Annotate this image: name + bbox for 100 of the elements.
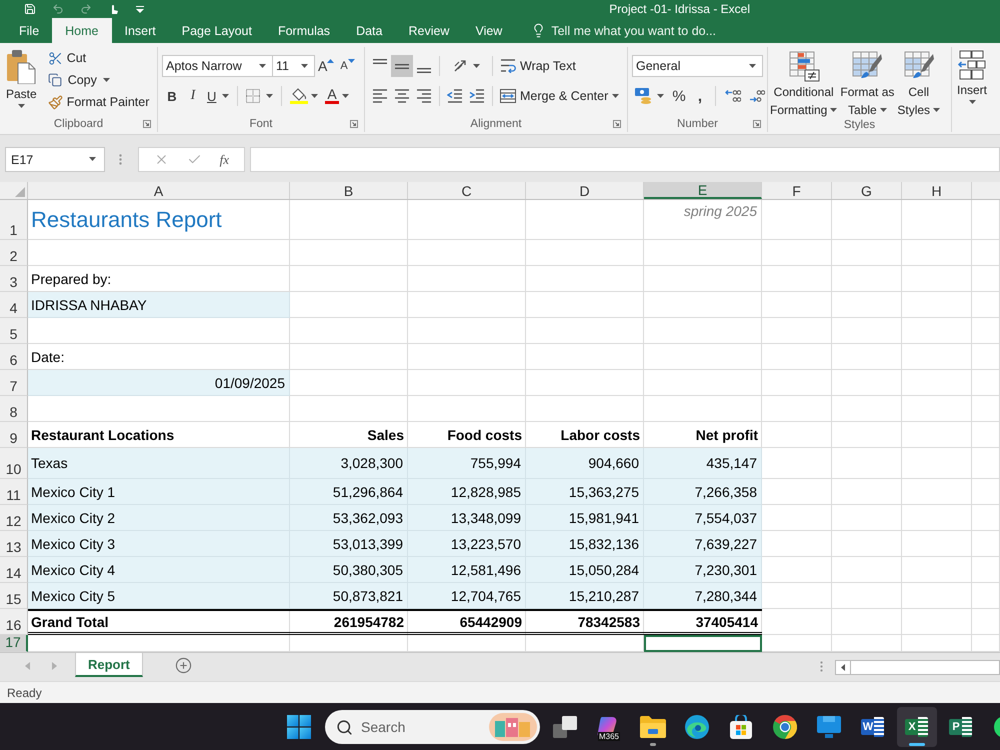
tell-me-field[interactable]: Tell me what you want to do...	[551, 24, 742, 38]
copy-button[interactable]: Copy	[44, 69, 152, 91]
row-header[interactable]: 10	[0, 448, 28, 479]
row-header[interactable]: 13	[0, 531, 28, 557]
row-header[interactable]: 2	[0, 240, 28, 266]
table-cell: 53,362,093	[290, 505, 408, 531]
row-header[interactable]: 6	[0, 344, 28, 370]
table-cell: 15,363,275	[526, 479, 644, 505]
total-cell: 78342583	[526, 609, 644, 635]
taskbar-button[interactable]: X	[897, 706, 937, 746]
caret-icon	[880, 108, 887, 112]
start-icon[interactable]	[287, 714, 311, 738]
comma-style-button[interactable]: ,	[691, 85, 709, 107]
dialog-launcher-icon[interactable]	[753, 120, 761, 128]
caret-icon	[968, 100, 976, 104]
paste-button[interactable]: Paste	[2, 47, 41, 116]
percent-style-button[interactable]: %	[669, 85, 689, 107]
dialog-launcher-icon[interactable]	[613, 120, 621, 128]
shrink-font-button[interactable]: A	[337, 55, 358, 77]
indent-increase-icon	[469, 89, 485, 103]
bold-button[interactable]: B	[162, 85, 182, 107]
scroll-left-icon[interactable]	[841, 664, 845, 671]
align-center-icon	[394, 89, 410, 103]
name-box[interactable]: E17	[5, 147, 105, 172]
customize-caret-icon[interactable]	[136, 6, 144, 12]
insert-function-button[interactable]: fx	[220, 152, 230, 168]
add-sheet-icon[interactable]	[174, 657, 192, 674]
fill-color-icon	[290, 88, 308, 104]
row-header[interactable]: 5	[0, 318, 28, 344]
sheet-tab[interactable]: Report	[75, 653, 143, 677]
ribbon-tab[interactable]: Home	[52, 18, 112, 43]
cell-styles-button[interactable]: Cell Styles	[896, 47, 942, 118]
number-format-dropdown[interactable]: General	[632, 55, 763, 77]
font-size-dropdown[interactable]: 11	[272, 55, 315, 77]
column-header[interactable]: G	[832, 182, 902, 199]
drag-handle-icon	[119, 154, 122, 165]
italic-button[interactable]: I	[183, 85, 203, 107]
table-cell: Mexico City 4	[28, 557, 290, 583]
align-middle-icon	[394, 64, 410, 68]
taskbar-button[interactable]: M365	[589, 706, 629, 746]
caret-icon	[311, 94, 318, 98]
total-cell: 37405414	[644, 609, 762, 635]
row-header[interactable]: 11	[0, 479, 28, 505]
report-title: Restaurants Report	[30, 206, 223, 234]
column-header[interactable]: F	[762, 182, 832, 199]
wrap-text-button[interactable]: Wrap Text	[497, 55, 579, 77]
row-header[interactable]: 7	[0, 370, 28, 396]
column-header[interactable]: E	[644, 182, 762, 199]
horizontal-scrollbar[interactable]	[835, 660, 1000, 675]
table-cell: 15,981,941	[526, 505, 644, 531]
insert-button[interactable]: Insert	[956, 47, 988, 132]
column-header[interactable]: B	[290, 182, 408, 199]
row-header[interactable]: 1	[0, 200, 28, 240]
font-name-dropdown[interactable]: Aptos Narrow	[162, 55, 273, 77]
font-color-button[interactable]: A	[322, 85, 352, 107]
taskbar-button[interactable]: P	[941, 706, 981, 746]
format-as-table-button[interactable]: Format as Table	[839, 47, 896, 118]
row-header[interactable]: 17	[0, 635, 28, 652]
ribbon-tab[interactable]: Review	[395, 18, 462, 43]
dialog-launcher-icon[interactable]	[350, 120, 358, 128]
row-header[interactable]: 9	[0, 422, 28, 448]
ribbon-tab[interactable]: Formulas	[264, 18, 344, 43]
ribbon-tab[interactable]: Page Layout	[168, 18, 265, 43]
caret-icon	[18, 104, 25, 108]
ribbon-tab[interactable]: Insert	[112, 18, 169, 43]
ribbon-tab[interactable]: Data	[343, 18, 396, 43]
row-header[interactable]: 16	[0, 609, 28, 635]
grow-font-button[interactable]: A	[315, 55, 338, 77]
dialog-launcher-icon[interactable]	[143, 120, 151, 128]
round-browser-icon	[773, 714, 797, 738]
column-header[interactable]: A	[28, 182, 290, 199]
ribbon-tab[interactable]: File	[6, 18, 52, 43]
merge-center-button[interactable]: Merge & Center	[497, 85, 622, 107]
formula-input[interactable]	[250, 147, 1000, 172]
table-cell: 3,028,300	[290, 448, 408, 479]
row-header[interactable]: 8	[0, 396, 28, 422]
vertical-align-button[interactable]	[391, 55, 413, 77]
active-cell[interactable]	[644, 635, 762, 652]
column-header[interactable]: H	[902, 182, 972, 199]
table-cell: 7,230,301	[644, 557, 762, 583]
underline-button[interactable]: U	[204, 85, 232, 107]
row-header[interactable]: 4	[0, 292, 28, 318]
save-icon[interactable]	[24, 3, 36, 15]
conditional-formatting-button[interactable]: Conditional Formatting	[769, 47, 838, 118]
text-angle-icon	[452, 59, 468, 73]
caret-icon	[472, 64, 480, 68]
table-cell: 53,013,399	[290, 531, 408, 557]
row-header[interactable]: 3	[0, 266, 28, 292]
row-header[interactable]: 14	[0, 557, 28, 583]
row-header[interactable]: 12	[0, 505, 28, 531]
format-painter-button[interactable]: Format Painter	[44, 91, 152, 113]
splitter-handle-icon[interactable]	[820, 661, 823, 672]
column-header[interactable]: C	[408, 182, 526, 199]
borders-icon	[246, 89, 260, 103]
taskbar-button[interactable]: W	[853, 706, 893, 746]
accounting-format-button[interactable]	[632, 85, 667, 107]
table-cell: 755,994	[408, 448, 526, 479]
ribbon-tab[interactable]: View	[462, 18, 516, 43]
row-header[interactable]: 15	[0, 583, 28, 609]
cut-button[interactable]: Cut	[44, 47, 152, 69]
